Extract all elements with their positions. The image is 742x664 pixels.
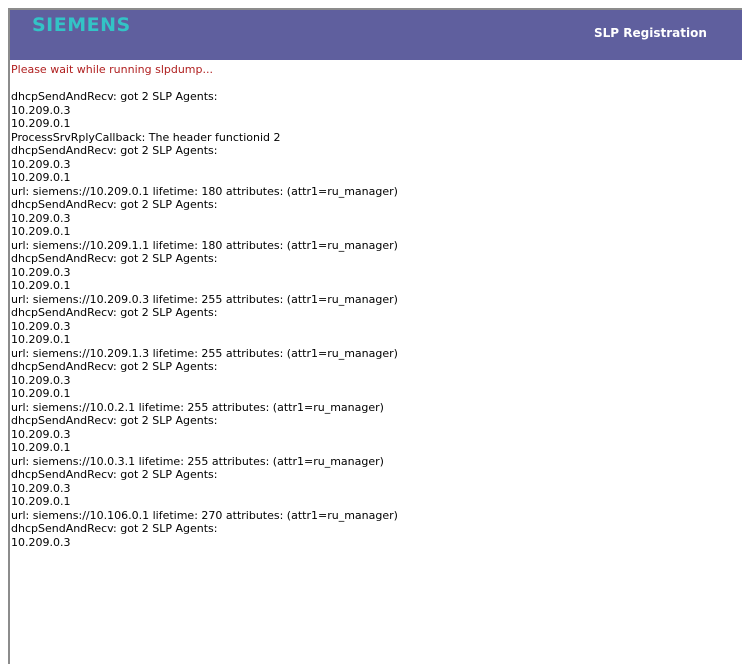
output-line: dhcpSendAndRecv: got 2 SLP Agents: [11, 522, 218, 535]
output-line: dhcpSendAndRecv: got 2 SLP Agents: [11, 414, 218, 427]
header-bar: SIEMENS SLP Registration [10, 10, 742, 60]
output-line: ProcessSrvRplyCallback: The header funct… [11, 130, 281, 144]
output-line: 10.209.0.3 [11, 535, 71, 549]
output-line: 10.209.0.1 [11, 495, 71, 508]
output-line: 10.209.0.1 [11, 387, 71, 400]
output-line: dhcpSendAndRecv: got 2 SLP Agents: [11, 90, 218, 103]
output-line: url: siemens://10.209.1.1 lifetime: 180 … [11, 238, 398, 252]
output-log: dhcpSendAndRecv: got 2 SLP Agents: 10.209… [11, 90, 742, 549]
output-line: url: siemens://10.106.0.1 lifetime: 270 … [11, 508, 398, 522]
output-line: dhcpSendAndRecv: got 2 SLP Agents: [11, 468, 218, 481]
output-line: url: siemens://10.0.2.1 lifetime: 255 at… [11, 400, 384, 414]
output-line: 10.209.0.3 [11, 265, 71, 279]
status-message: Please wait while running slpdump... [11, 63, 213, 76]
output-line: dhcpSendAndRecv: got 2 SLP Agents: [11, 144, 218, 157]
page-frame: SIEMENS SLP Registration Please wait whi… [8, 8, 742, 664]
output-line: dhcpSendAndRecv: got 2 SLP Agents: [11, 306, 218, 319]
page-title: SLP Registration [594, 26, 707, 40]
output-line: dhcpSendAndRecv: got 2 SLP Agents: [11, 252, 218, 265]
output-line: 10.209.0.1 [11, 333, 71, 346]
output-line: dhcpSendAndRecv: got 2 SLP Agents: [11, 198, 218, 211]
output-line: 10.209.0.1 [11, 117, 71, 130]
output-line: 10.209.0.3 [11, 427, 71, 441]
output-line: 10.209.0.3 [11, 373, 71, 387]
output-line: 10.209.0.3 [11, 103, 71, 117]
output-line: 10.209.0.1 [11, 279, 71, 292]
output-line: 10.209.0.3 [11, 211, 71, 225]
siemens-logo: SIEMENS [32, 14, 131, 36]
output-line: 10.209.0.3 [11, 157, 71, 171]
output-line: 10.209.0.1 [11, 171, 71, 184]
output-line: url: siemens://10.209.0.1 lifetime: 180 … [11, 184, 398, 198]
output-area: Please wait while running slpdump... dhc… [10, 60, 742, 549]
output-line: dhcpSendAndRecv: got 2 SLP Agents: [11, 360, 218, 373]
output-line: 10.209.0.3 [11, 319, 71, 333]
output-line: 10.209.0.1 [11, 441, 71, 454]
output-line: url: siemens://10.0.3.1 lifetime: 255 at… [11, 454, 384, 468]
output-line: url: siemens://10.209.1.3 lifetime: 255 … [11, 346, 398, 360]
output-line: url: siemens://10.209.0.3 lifetime: 255 … [11, 292, 398, 306]
output-line: 10.209.0.1 [11, 225, 71, 238]
output-line: 10.209.0.3 [11, 481, 71, 495]
